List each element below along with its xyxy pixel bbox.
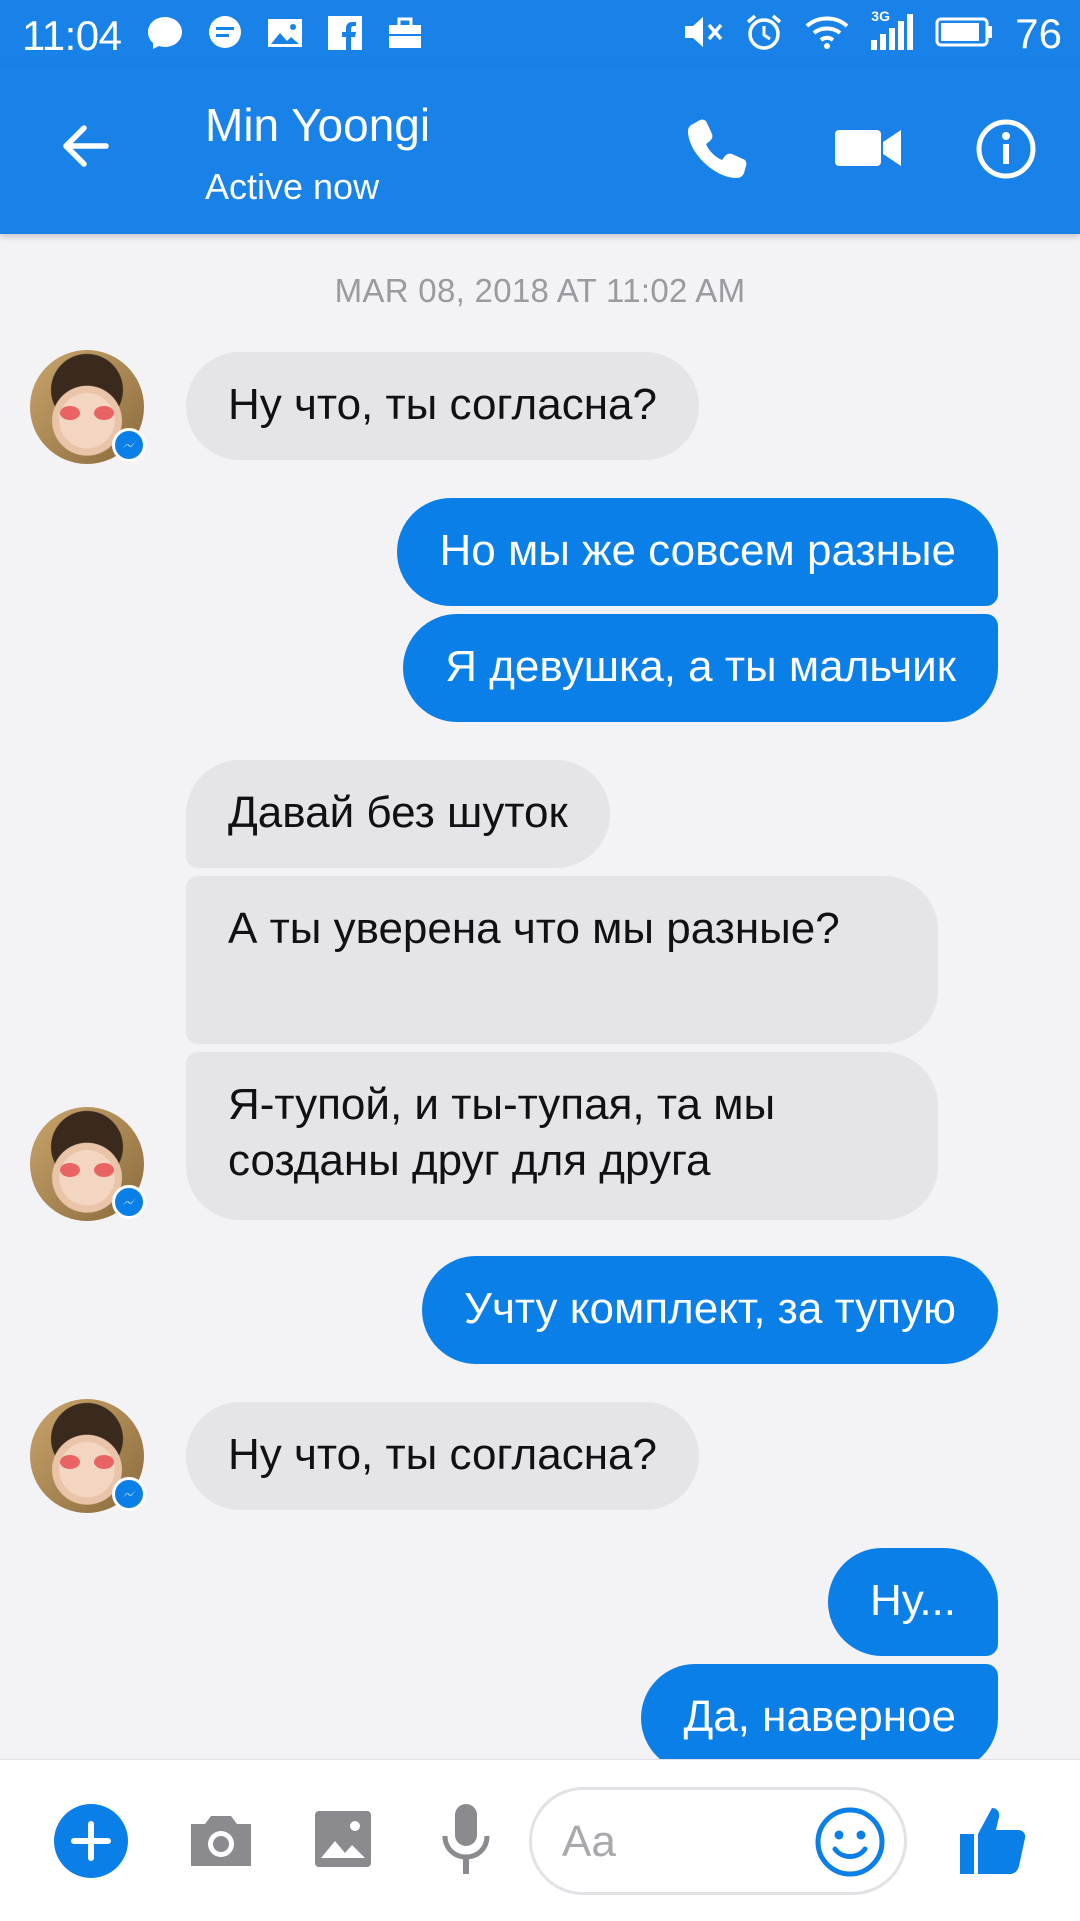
- plus-icon: [71, 1821, 111, 1861]
- phone-icon: [688, 119, 747, 178]
- notification-icons: [145, 14, 425, 52]
- conversation-info-button[interactable]: [975, 118, 1037, 180]
- gallery-icon: [265, 14, 305, 52]
- outgoing-message[interactable]: Но мы же совсем разные: [397, 498, 998, 606]
- video-camera-icon: [835, 130, 901, 166]
- status-time: 11:04: [22, 12, 122, 59]
- emoji-icon: [815, 1807, 885, 1877]
- info-icon: [976, 119, 1036, 179]
- camera-button[interactable]: [187, 1808, 255, 1872]
- back-button[interactable]: [56, 116, 116, 176]
- messenger-badge-icon: [112, 1185, 146, 1219]
- message-list[interactable]: MAR 08, 2018 AT 11:02 AM Ну что, ты согл…: [0, 234, 1080, 1759]
- battery-icon: [935, 17, 993, 52]
- network-type-label: 3G: [871, 7, 890, 24]
- contact-avatar[interactable]: [30, 1399, 146, 1513]
- incoming-message[interactable]: Ну что, ты согласна?: [186, 352, 699, 460]
- contact-avatar[interactable]: [30, 350, 146, 464]
- message-input[interactable]: [560, 1808, 784, 1876]
- back-arrow-icon: [63, 125, 109, 167]
- chat-icon: [205, 14, 245, 52]
- signal-icon: 3G: [871, 8, 914, 55]
- video-call-button[interactable]: [833, 118, 903, 178]
- gallery-button[interactable]: [312, 1808, 374, 1870]
- facebook-icon: [325, 14, 365, 52]
- messenger-icon: [145, 14, 185, 52]
- incoming-message[interactable]: Я-тупой, и ты-тупая, та мы созданы друг …: [186, 1052, 938, 1220]
- incoming-message[interactable]: А ты уверена что мы разные?: [186, 876, 938, 1044]
- status-bar: 11:04 3G 76: [0, 0, 1080, 66]
- messenger-badge-icon: [112, 428, 146, 462]
- briefcase-icon: [385, 14, 425, 52]
- image-icon: [315, 1811, 371, 1867]
- incoming-message[interactable]: Давай без шуток: [186, 760, 610, 868]
- camera-icon: [191, 1816, 251, 1866]
- contact-status: Active now: [205, 166, 380, 207]
- emoji-button[interactable]: [812, 1804, 888, 1880]
- mute-icon: [683, 14, 723, 55]
- more-actions-button[interactable]: [54, 1804, 128, 1878]
- voice-call-button[interactable]: [686, 116, 750, 180]
- contact-name[interactable]: Min Yoongi: [205, 98, 430, 152]
- voice-record-button[interactable]: [441, 1802, 491, 1878]
- conversation-timestamp: MAR 08, 2018 AT 11:02 AM: [334, 272, 746, 309]
- incoming-message[interactable]: Ну что, ты согласна?: [186, 1402, 699, 1510]
- outgoing-message[interactable]: Ну...: [827, 1548, 998, 1656]
- message-input-container[interactable]: [529, 1787, 907, 1895]
- outgoing-message[interactable]: Учту комплект, за тупую: [422, 1256, 998, 1364]
- contact-avatar[interactable]: [30, 1107, 146, 1221]
- conversation-header: Min Yoongi Active now: [0, 66, 1080, 234]
- send-like-button[interactable]: [958, 1804, 1028, 1876]
- thumbs-up-icon: [960, 1808, 1026, 1874]
- outgoing-message[interactable]: Я девушка, а ты мальчик: [403, 614, 998, 722]
- system-icons: 3G 76: [683, 8, 1062, 58]
- outgoing-message[interactable]: Да, наверное: [641, 1664, 998, 1759]
- alarm-icon: [745, 13, 783, 56]
- message-composer: [0, 1759, 1080, 1921]
- messenger-badge-icon: [112, 1477, 146, 1511]
- battery-percent: 76: [1015, 10, 1062, 57]
- wifi-icon: [805, 15, 849, 54]
- microphone-icon: [442, 1804, 490, 1874]
